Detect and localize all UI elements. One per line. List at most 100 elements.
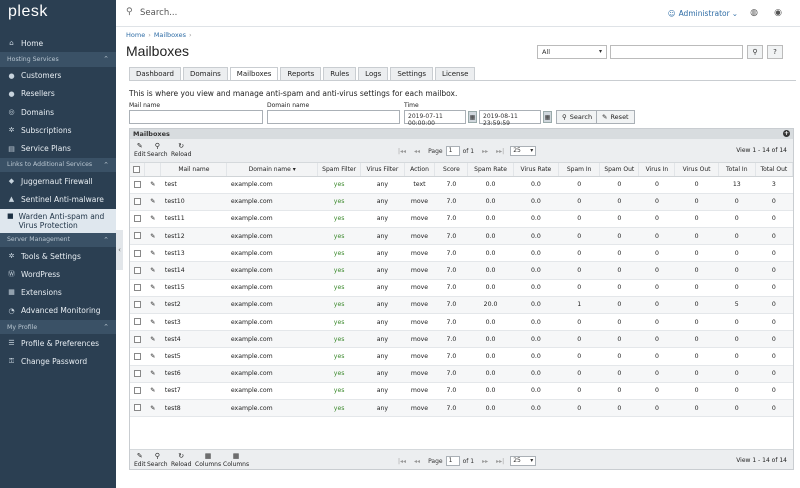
mail-name-input[interactable] [129,110,263,124]
row-edit-cell[interactable]: ✎ [144,330,161,349]
column-header-total-out[interactable]: Total Out [755,163,794,177]
cell-mail-name[interactable]: test14 [160,261,227,280]
row-checkbox[interactable] [133,215,141,223]
sidebar-item-warden-anti-spam-and-virus-protection[interactable]: ■ Warden Anti-spam and Virus Protection [0,208,116,233]
help-button[interactable]: ? [767,45,783,59]
row-select-cell[interactable] [130,313,145,332]
columns-button-2[interactable]: ▦ Columns [223,452,249,468]
per-page-select[interactable]: 25 ▾ [510,456,537,466]
add-icon[interactable]: + [783,130,790,137]
row-checkbox[interactable] [133,369,141,377]
column-header-spam-filter[interactable]: Spam Filter [317,163,362,177]
edit-button[interactable]: ✎ Edit [134,142,146,158]
tab-license[interactable]: License [435,67,476,81]
cell-mail-name[interactable]: test11 [160,210,227,229]
column-header-spam-out[interactable]: Spam Out [599,163,640,177]
table-row[interactable]: ✎ test15 example.com yes any move 7.0 0.0 0.0 0 0 0… [130,279,793,297]
pencil-icon[interactable]: ✎ [150,370,155,377]
row-edit-cell[interactable]: ✎ [144,399,161,418]
sidebar-item-subscriptions[interactable]: ✲ Subscriptions [0,121,116,139]
row-select-cell[interactable] [130,399,145,418]
row-edit-cell[interactable]: ✎ [144,296,161,315]
row-checkbox[interactable] [133,387,141,395]
row-checkbox[interactable] [133,352,141,360]
cell-mail-name[interactable]: test10 [160,193,227,211]
calendar-icon[interactable]: ▦ [468,111,477,123]
column-header-virus-filter[interactable]: Virus Filter [360,163,405,177]
tab-dashboard[interactable]: Dashboard [129,67,181,81]
sidebar-item-wordpress[interactable]: Ⓦ WordPress [0,265,116,283]
sidebar-item-sentinel-anti-malware[interactable]: ▲ Sentinel Anti-malware [0,190,116,208]
column-header-virus-in[interactable]: Virus In [638,163,676,177]
table-row[interactable]: ✎ test11 example.com yes any move 7.0 0.0 0.0 0 0 0… [130,210,793,229]
row-select-cell[interactable] [130,244,145,263]
tab-logs[interactable]: Logs [358,67,389,81]
tab-mailboxes[interactable]: Mailboxes [229,67,279,81]
reset-button[interactable]: ✎ Reset [596,110,635,124]
cell-mail-name[interactable]: test15 [160,279,227,297]
filter-select[interactable]: All ▾ [537,45,607,59]
support-icon[interactable]: ◉ [774,8,782,18]
sidebar-item-home[interactable]: ⌂ Home [0,34,116,52]
reload-button[interactable]: ↻ Reload [171,142,191,158]
table-row[interactable]: ✎ test8 example.com yes any move 7.0 0.0 0.0 0 0 0 0… [130,399,793,418]
row-checkbox[interactable] [133,232,141,240]
cell-mail-name[interactable]: test8 [160,399,227,418]
page-input[interactable]: 1 [445,146,460,156]
column-header-domain-name[interactable]: Domain name ▾ [226,163,318,177]
sidebar-item-juggernaut-firewall[interactable]: ◆ Juggernaut Firewall [0,172,116,190]
prev-page-icon[interactable]: ◂◂ [414,458,420,465]
select-all-header[interactable] [130,163,145,177]
row-checkbox[interactable] [133,180,141,188]
cell-mail-name[interactable]: test13 [160,244,227,263]
sidebar-item-resellers[interactable]: ● Resellers [0,85,116,103]
pencil-icon[interactable]: ✎ [150,301,155,308]
sidebar-item-customers[interactable]: ● Customers [0,67,116,85]
row-select-cell[interactable] [130,176,145,194]
collapse-sidebar-handle[interactable]: ‹ [116,230,123,270]
footer-search-button[interactable]: ⚲ Search [147,452,168,468]
cell-mail-name[interactable]: test7 [160,382,227,400]
column-header-spam-in[interactable]: Spam In [558,163,601,177]
row-checkbox[interactable] [133,335,141,343]
pencil-icon[interactable]: ✎ [150,387,155,394]
table-row[interactable]: ✎ test3 example.com yes any move 7.0 0.0 0.0 0 0 0 0… [130,313,793,332]
row-select-cell[interactable] [130,296,145,315]
cell-mail-name[interactable]: test5 [160,347,227,366]
row-edit-cell[interactable]: ✎ [144,261,161,280]
table-row[interactable]: ✎ test5 example.com yes any move 7.0 0.0 0.0 0 0 0 0… [130,347,793,366]
sidebar-item-change-password[interactable]: ⚿ Change Password [0,352,116,370]
pencil-icon[interactable]: ✎ [150,215,155,222]
sidebar-item-advanced-monitoring[interactable]: ◔ Advanced Monitoring [0,302,116,320]
breadcrumb-home[interactable]: Home [126,31,145,39]
select-all-checkbox[interactable] [133,165,141,173]
next-page-icon[interactable]: ▸▸ [482,458,488,465]
pencil-icon[interactable]: ✎ [150,233,155,240]
column-header-score[interactable]: Score [434,163,469,177]
cell-mail-name[interactable]: test4 [160,330,227,349]
column-header-spam-rate[interactable]: Spam Rate [467,163,514,177]
row-checkbox[interactable] [133,198,141,206]
pencil-icon[interactable]: ✎ [150,405,155,412]
pencil-icon[interactable]: ✎ [150,250,155,257]
row-select-cell[interactable] [130,193,145,211]
sidebar-item-extensions[interactable]: ▦ Extensions [0,283,116,301]
row-checkbox[interactable] [133,404,141,412]
pencil-icon[interactable]: ✎ [150,181,155,188]
cell-mail-name[interactable]: test [160,176,227,194]
pencil-icon[interactable]: ✎ [150,336,155,343]
row-checkbox[interactable] [133,283,141,291]
row-edit-cell[interactable]: ✎ [144,382,161,400]
domain-name-input[interactable] [267,110,400,124]
tab-domains[interactable]: Domains [182,67,228,81]
search-icon[interactable]: ⚲ [126,8,135,17]
row-edit-cell[interactable]: ✎ [144,227,161,246]
row-edit-cell[interactable]: ✎ [144,347,161,366]
row-edit-cell[interactable]: ✎ [144,193,161,211]
table-row[interactable]: ✎ test13 example.com yes any move 7.0 0.0 0.0 0 0 0… [130,244,793,263]
row-checkbox[interactable] [133,318,141,326]
user-menu[interactable]: ☺ Administrator ⌄ [668,9,738,18]
first-page-icon[interactable]: |◂◂ [398,148,406,155]
tab-settings[interactable]: Settings [390,67,434,81]
cell-mail-name[interactable]: test3 [160,313,227,332]
